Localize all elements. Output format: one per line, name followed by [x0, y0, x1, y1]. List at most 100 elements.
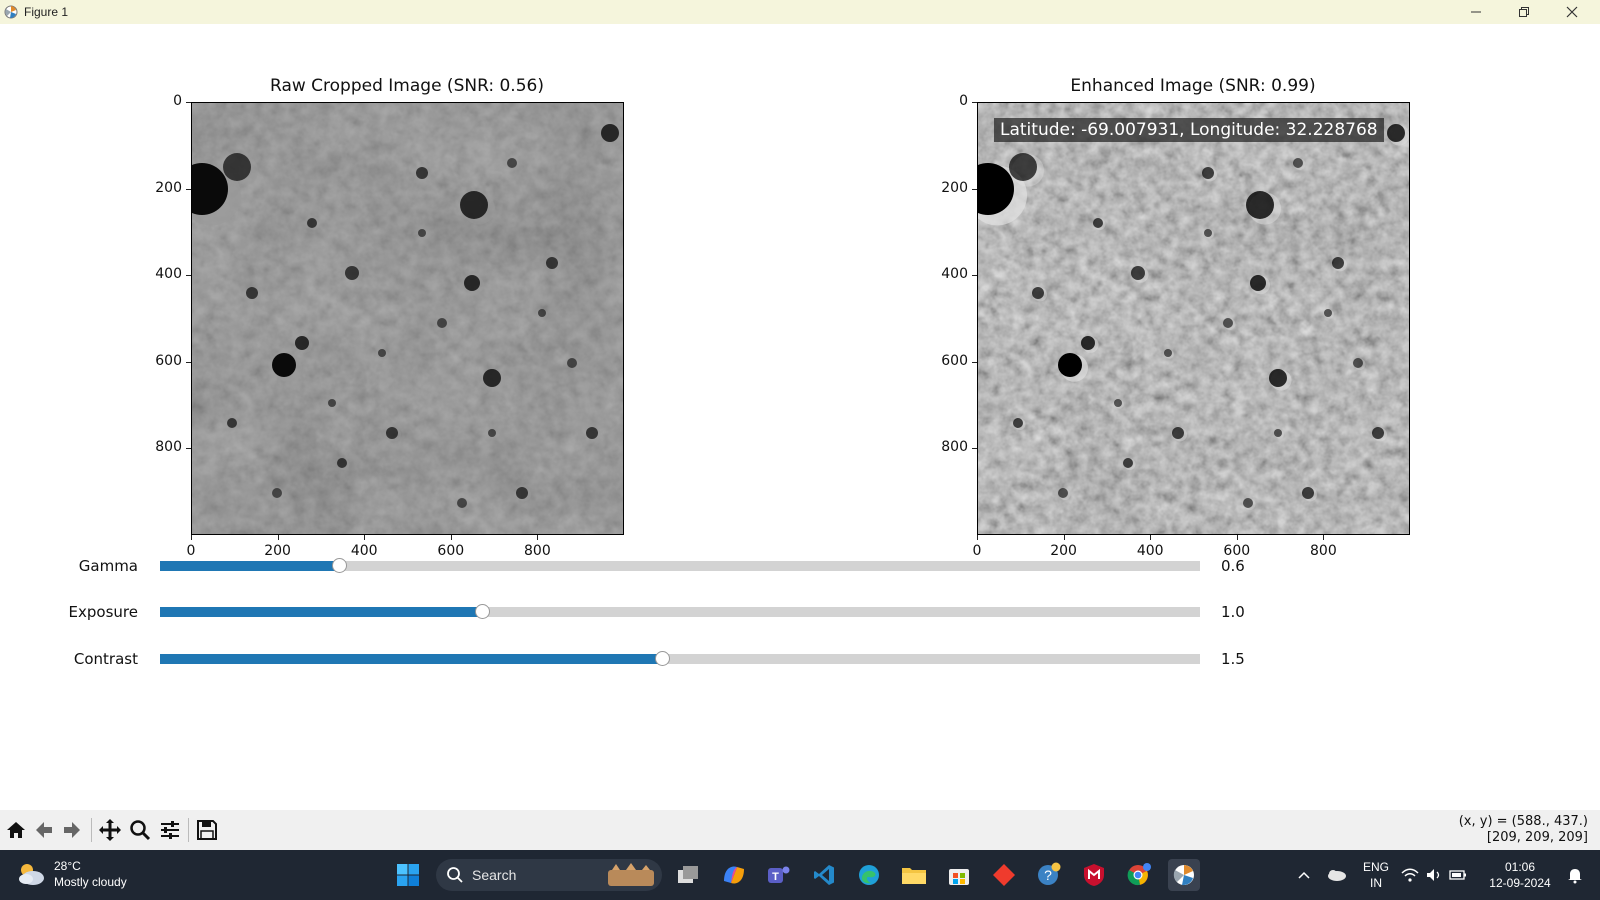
raw-lunar-surface [192, 103, 623, 534]
coords-pixel: [209, 209, 209] [1486, 830, 1588, 845]
store-button[interactable] [943, 859, 975, 891]
language-indicator[interactable]: ENG IN [1358, 859, 1394, 891]
back-button[interactable] [30, 816, 58, 844]
save-button[interactable] [193, 816, 221, 844]
cloud-icon [1328, 870, 1346, 881]
store-icon [949, 869, 969, 885]
enhanced-image[interactable]: Latitude: -69.007931, Longitude: 32.2287… [977, 102, 1410, 535]
navigation-toolbar: (x, y) = (588., 437.) [209, 209, 209] [0, 810, 1600, 850]
task-view-button[interactable] [672, 859, 704, 891]
right-x-tick [1150, 535, 1152, 540]
minimize-button[interactable] [1452, 0, 1500, 24]
onedrive-button[interactable] [1320, 859, 1352, 891]
chrome-button[interactable] [1123, 859, 1155, 891]
tray-overflow-button[interactable] [1288, 859, 1320, 891]
right-y-tick [972, 102, 977, 103]
cloud-sun-icon [19, 864, 44, 885]
left-x-tick-label: 800 [524, 543, 551, 559]
notifications-button[interactable] [1560, 859, 1590, 891]
slider-value-gamma: 0.6 [1221, 557, 1245, 575]
close-button[interactable] [1548, 0, 1596, 24]
edge-button[interactable] [853, 859, 885, 891]
configure-button[interactable] [156, 816, 184, 844]
left-x-tick-label: 600 [437, 543, 465, 559]
left-y-tick [186, 361, 191, 363]
left-y-tick [186, 102, 191, 103]
mcafee-button[interactable] [1078, 859, 1110, 891]
git-icon [993, 864, 1015, 886]
coords-xy: (x, y) = (588., 437.) [1458, 814, 1588, 829]
toolbar-separator [91, 818, 92, 842]
left-y-tick-label: 200 [155, 179, 182, 196]
home-button[interactable] [2, 816, 30, 844]
zoom-button[interactable] [126, 816, 154, 844]
file-explorer-button[interactable] [898, 859, 930, 891]
figure-window: Figure 1 Raw Cropped Image (SNR: 0.56) E… [0, 0, 1600, 900]
left-y-tick-label: 600 [155, 352, 182, 369]
right-y-tick-label: 200 [941, 179, 968, 196]
edge-icon [859, 865, 879, 885]
left-x-tick [191, 535, 192, 540]
right-y-tick-label: 600 [941, 352, 968, 369]
right-x-tick [1236, 535, 1238, 540]
left-x-tick-label: 200 [264, 543, 291, 559]
right-x-tick-label: 200 [1050, 543, 1077, 559]
svg-text:T: T [772, 871, 779, 883]
weather-widget[interactable]: 28°C Mostly cloudy [16, 858, 127, 890]
slider-handle[interactable] [475, 604, 491, 619]
start-button[interactable] [392, 859, 424, 891]
restore-button[interactable] [1500, 0, 1548, 24]
title-bar: Figure 1 [0, 0, 1600, 24]
right-x-tick [1323, 535, 1325, 540]
back-icon [36, 822, 52, 838]
clock[interactable]: 01:06 12-09-2024 [1484, 859, 1556, 891]
chevron-up-icon [1298, 871, 1310, 879]
right-y-tick-label: 800 [941, 439, 968, 456]
taskbar-search[interactable]: Search [436, 859, 662, 891]
save-icon [197, 820, 217, 840]
slider-label-exposure: Exposure [68, 603, 138, 621]
left-y-tick [186, 448, 191, 450]
bell-icon [1568, 869, 1582, 884]
forward-button[interactable] [58, 816, 86, 844]
right-x-tick [1063, 535, 1065, 540]
right-y-tick [972, 275, 977, 277]
pan-button[interactable] [96, 816, 124, 844]
search-label: Search [472, 867, 517, 883]
teams-button[interactable]: T [763, 859, 795, 891]
slider-fill [160, 561, 339, 571]
copilot-icon [724, 866, 744, 884]
vscode-button[interactable] [808, 859, 840, 891]
python-button[interactable]: ? [1033, 859, 1065, 891]
zoom-icon [130, 820, 151, 841]
right-x-tick-label: 800 [1310, 543, 1337, 559]
left-x-tick [537, 535, 539, 540]
right-x-tick-label: 0 [972, 543, 982, 559]
slider-gamma[interactable] [160, 558, 1200, 573]
search-highlight-icon [608, 863, 654, 886]
home-icon [7, 822, 25, 838]
copilot-button[interactable] [718, 859, 750, 891]
figure-canvas[interactable]: Raw Cropped Image (SNR: 0.56) Enhanced I… [0, 24, 1600, 810]
configure-icon [161, 821, 179, 839]
slider-handle[interactable] [655, 651, 671, 666]
wifi-icon [1401, 868, 1419, 882]
slider-handle[interactable] [331, 558, 347, 573]
right-y-tick-label: 0 [959, 93, 968, 109]
slider-exposure[interactable] [160, 604, 1200, 619]
right-x-tick [977, 535, 978, 540]
matplotlib-taskbar-button[interactable] [1168, 859, 1200, 891]
raw-image[interactable] [191, 102, 624, 535]
slider-label-contrast: Contrast [73, 650, 138, 668]
quick-settings-button[interactable] [1398, 859, 1470, 891]
right-y-tick [972, 188, 977, 190]
left-y-tick [186, 188, 191, 190]
restore-icon [1519, 7, 1529, 17]
slider-value-contrast: 1.5 [1221, 650, 1245, 668]
left-axes-title: Raw Cropped Image (SNR: 0.56) [270, 76, 544, 96]
matplotlib-icon [1173, 865, 1194, 886]
slider-contrast[interactable] [160, 651, 1200, 666]
windows-taskbar: 28°C Mostly cloudy Search T ? ENG IN 01:… [0, 850, 1600, 900]
git-button[interactable] [988, 859, 1020, 891]
matplotlib-icon [4, 5, 18, 19]
